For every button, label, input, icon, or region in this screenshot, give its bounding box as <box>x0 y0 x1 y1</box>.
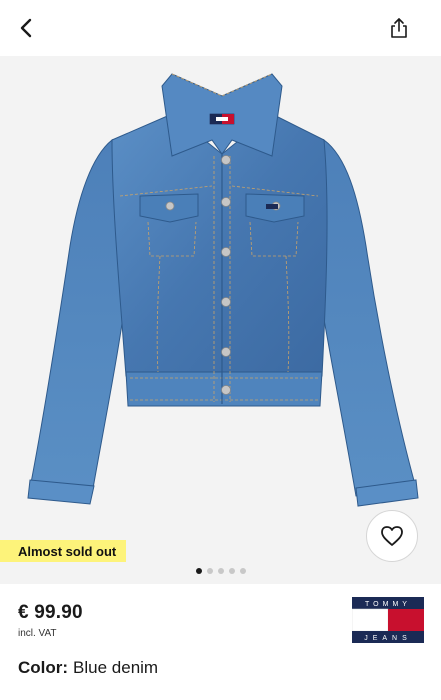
color-selection: Color: Blue denim <box>18 658 158 678</box>
tommy-jeans-logo[interactable]: TOMMY JEANS <box>352 597 424 643</box>
top-navigation-bar <box>0 0 441 56</box>
pagination-dot-2[interactable] <box>206 568 213 574</box>
pagination-dot-1[interactable] <box>195 568 202 574</box>
pagination-dot-4[interactable] <box>228 568 235 574</box>
color-label: Color: <box>18 658 69 677</box>
share-button[interactable] <box>385 12 413 44</box>
pagination-dot-3[interactable] <box>217 568 224 574</box>
almost-sold-out-badge: Almost sold out <box>0 540 127 562</box>
logo-top-text: TOMMY <box>365 601 411 608</box>
product-image-denim-jacket <box>27 73 419 507</box>
logo-bottom-text: JEANS <box>364 635 412 642</box>
vat-note: incl. VAT <box>18 628 57 639</box>
image-pagination-dots <box>0 568 441 574</box>
back-button[interactable] <box>12 12 40 44</box>
heart-outline-icon <box>381 526 403 546</box>
product-price: € 99.90 <box>18 602 83 623</box>
product-info-section: € 99.90 incl. VAT TOMMY JEANS Color: Blue… <box>0 584 441 700</box>
product-image-gallery[interactable]: Almost sold out <box>0 56 441 584</box>
share-icon <box>391 18 407 38</box>
chevron-left-icon <box>20 18 32 38</box>
pagination-dot-5[interactable] <box>239 568 246 574</box>
wishlist-button[interactable] <box>366 510 418 562</box>
color-value: Blue denim <box>73 658 159 677</box>
